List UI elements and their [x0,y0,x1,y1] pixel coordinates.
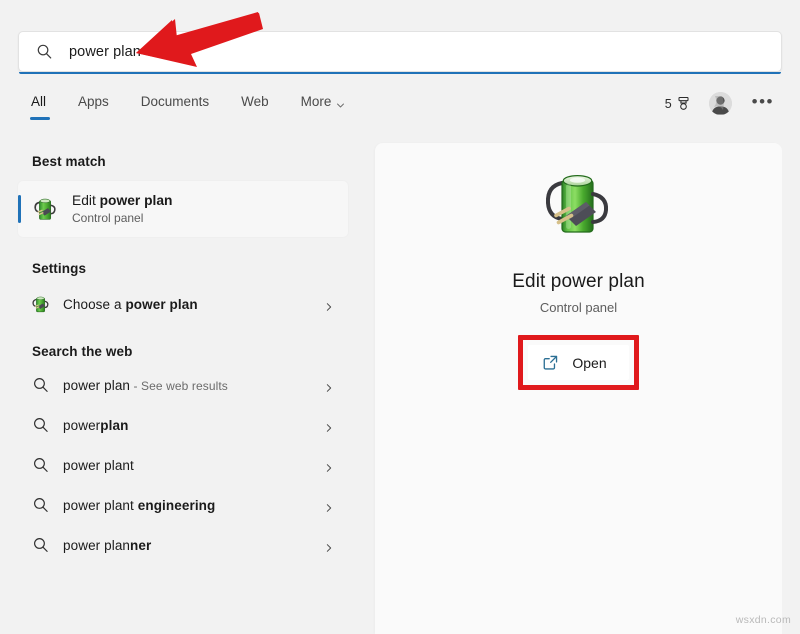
chevron-right-icon[interactable] [324,380,334,392]
tab-web-label: Web [241,94,269,109]
power-plan-icon [31,194,61,224]
power-plan-icon [538,167,620,249]
open-button-container: Open [518,335,639,390]
windows-search-flyout: power plan All Apps Documents Web More 5… [0,0,800,634]
web-result-label: power plan - See web results [63,377,228,393]
external-link-icon [542,354,559,371]
search-the-web-section: Search the web power plan - See web resu… [0,324,370,565]
results-list-panel: Best match Edit power plan Control panel… [0,140,370,634]
best-match-title: Edit power plan [72,193,173,208]
search-icon [32,376,50,394]
rewards-indicator[interactable]: 5 [665,96,691,111]
tabbar-right-controls: 5 ••• [665,92,782,115]
search-input-text[interactable]: power plan [69,44,141,60]
tab-documents[interactable]: Documents [125,92,225,109]
open-button-label: Open [572,354,607,371]
best-match-texts: Edit power plan Control panel [72,192,172,226]
power-plan-icon [30,293,52,315]
web-result-label: power plant [63,457,134,473]
tab-web[interactable]: Web [225,92,285,109]
web-result-row[interactable]: powerplan [18,405,348,445]
search-icon [36,43,53,60]
tab-documents-label: Documents [140,94,210,109]
search-box-accent-underline [19,72,781,74]
tab-more[interactable]: More [285,92,362,109]
web-result-row[interactable]: power plant engineering [18,485,348,525]
chevron-right-icon[interactable] [324,460,334,472]
search-filter-tabbar: All Apps Documents Web More 5 ••• [18,92,782,132]
preview-panel: Edit power plan Control panel Open [375,143,782,634]
web-result-label: powerplan [63,417,129,433]
open-button[interactable]: Open [528,345,629,380]
search-icon [32,456,50,474]
rewards-count: 5 [664,96,672,111]
section-title-best-match: Best match [32,154,106,169]
selection-indicator [18,195,21,223]
avatar[interactable] [708,92,732,115]
watermark: wsxdn.com [735,614,791,626]
chevron-right-icon[interactable] [324,540,334,552]
tab-all[interactable]: All [18,92,62,120]
tab-apps-label: Apps [78,94,109,109]
tab-more-label: More [300,94,332,109]
settings-result-row[interactable]: Choose a power plan [18,284,348,324]
settings-section: Settings Choose a power plan [0,237,370,324]
tab-all-label: All [31,94,47,109]
best-match-subtitle: Control panel [72,211,144,225]
web-result-row[interactable]: power planner [18,525,348,565]
section-title-search-the-web: Search the web [32,344,133,359]
best-match-result[interactable]: Edit power plan Control panel [18,181,348,237]
best-match-section: Best match Edit power plan Control panel [0,140,370,237]
section-title-settings: Settings [32,261,87,276]
web-result-label: power plant engineering [63,497,216,513]
chevron-right-icon[interactable] [324,500,334,512]
web-result-row[interactable]: power plan - See web results [18,365,348,405]
search-icon [32,496,50,514]
medal-icon [676,96,691,111]
chevron-right-icon[interactable] [324,420,334,432]
web-result-row[interactable]: power plant [18,445,348,485]
preview-title: Edit power plan [512,271,645,292]
chevron-right-icon[interactable] [324,299,334,311]
web-result-label: power planner [63,537,152,553]
search-icon [32,536,50,554]
preview-subtitle: Control panel [539,300,618,315]
chevron-down-icon [336,98,345,108]
tab-list: All Apps Documents Web More [18,92,362,120]
overflow-menu-icon[interactable]: ••• [752,93,774,110]
search-icon [32,416,50,434]
tab-apps[interactable]: Apps [62,92,125,109]
tab-active-underline [30,117,50,120]
preview-content: Edit power plan Control panel Open [375,143,782,390]
search-box[interactable]: power plan [18,31,782,72]
search-box-container: power plan [18,31,782,74]
settings-result-label: Choose a power plan [63,296,198,312]
